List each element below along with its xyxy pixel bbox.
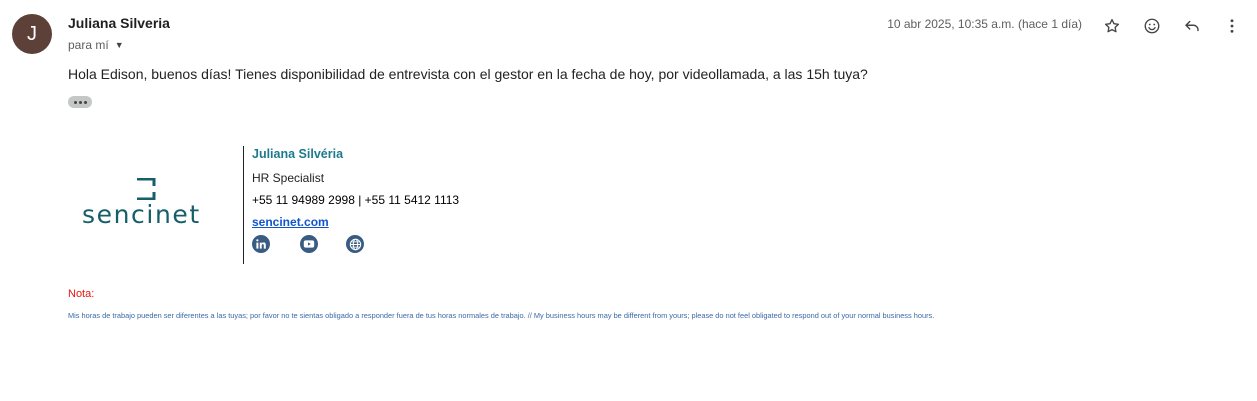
reply-icon[interactable] — [1180, 14, 1204, 38]
youtube-icon[interactable] — [300, 235, 318, 253]
sender-name: Juliana Silveria — [68, 15, 170, 31]
show-trimmed-content-button[interactable] — [68, 96, 92, 108]
signature-title: HR Specialist — [252, 171, 325, 185]
emoji-icon[interactable] — [1140, 14, 1164, 38]
message-date: 10 abr 2025, 10:35 a.m. (hace 1 día) — [887, 17, 1082, 31]
logo-wordmark: sencinet — [82, 200, 201, 229]
globe-icon[interactable] — [346, 235, 364, 253]
signature-name: Juliana Silvéria — [252, 147, 344, 161]
signature-phones: +55 11 94989 2998 | +55 11 5412 1113 — [252, 193, 460, 207]
message-body: Hola Edison, buenos días! Tienes disponi… — [68, 66, 868, 82]
chevron-down-icon[interactable]: ▼ — [115, 40, 124, 50]
avatar[interactable]: J — [12, 14, 52, 54]
more-vert-icon[interactable] — [1220, 14, 1244, 38]
business-hours-disclaimer: Mis horas de trabajo pueden ser diferent… — [68, 311, 935, 320]
signature-divider — [243, 146, 244, 264]
note-label: Nota: — [68, 288, 95, 300]
recipient-label: para mí — [68, 38, 109, 52]
linkedin-icon[interactable] — [252, 235, 270, 253]
recipient-line: para mí ▼ — [68, 38, 124, 52]
sencinet-logo: sencinet — [82, 178, 212, 229]
star-icon[interactable] — [1100, 14, 1124, 38]
signature-website-link[interactable]: sencinet.com — [252, 215, 329, 229]
logo-mark — [137, 178, 156, 200]
